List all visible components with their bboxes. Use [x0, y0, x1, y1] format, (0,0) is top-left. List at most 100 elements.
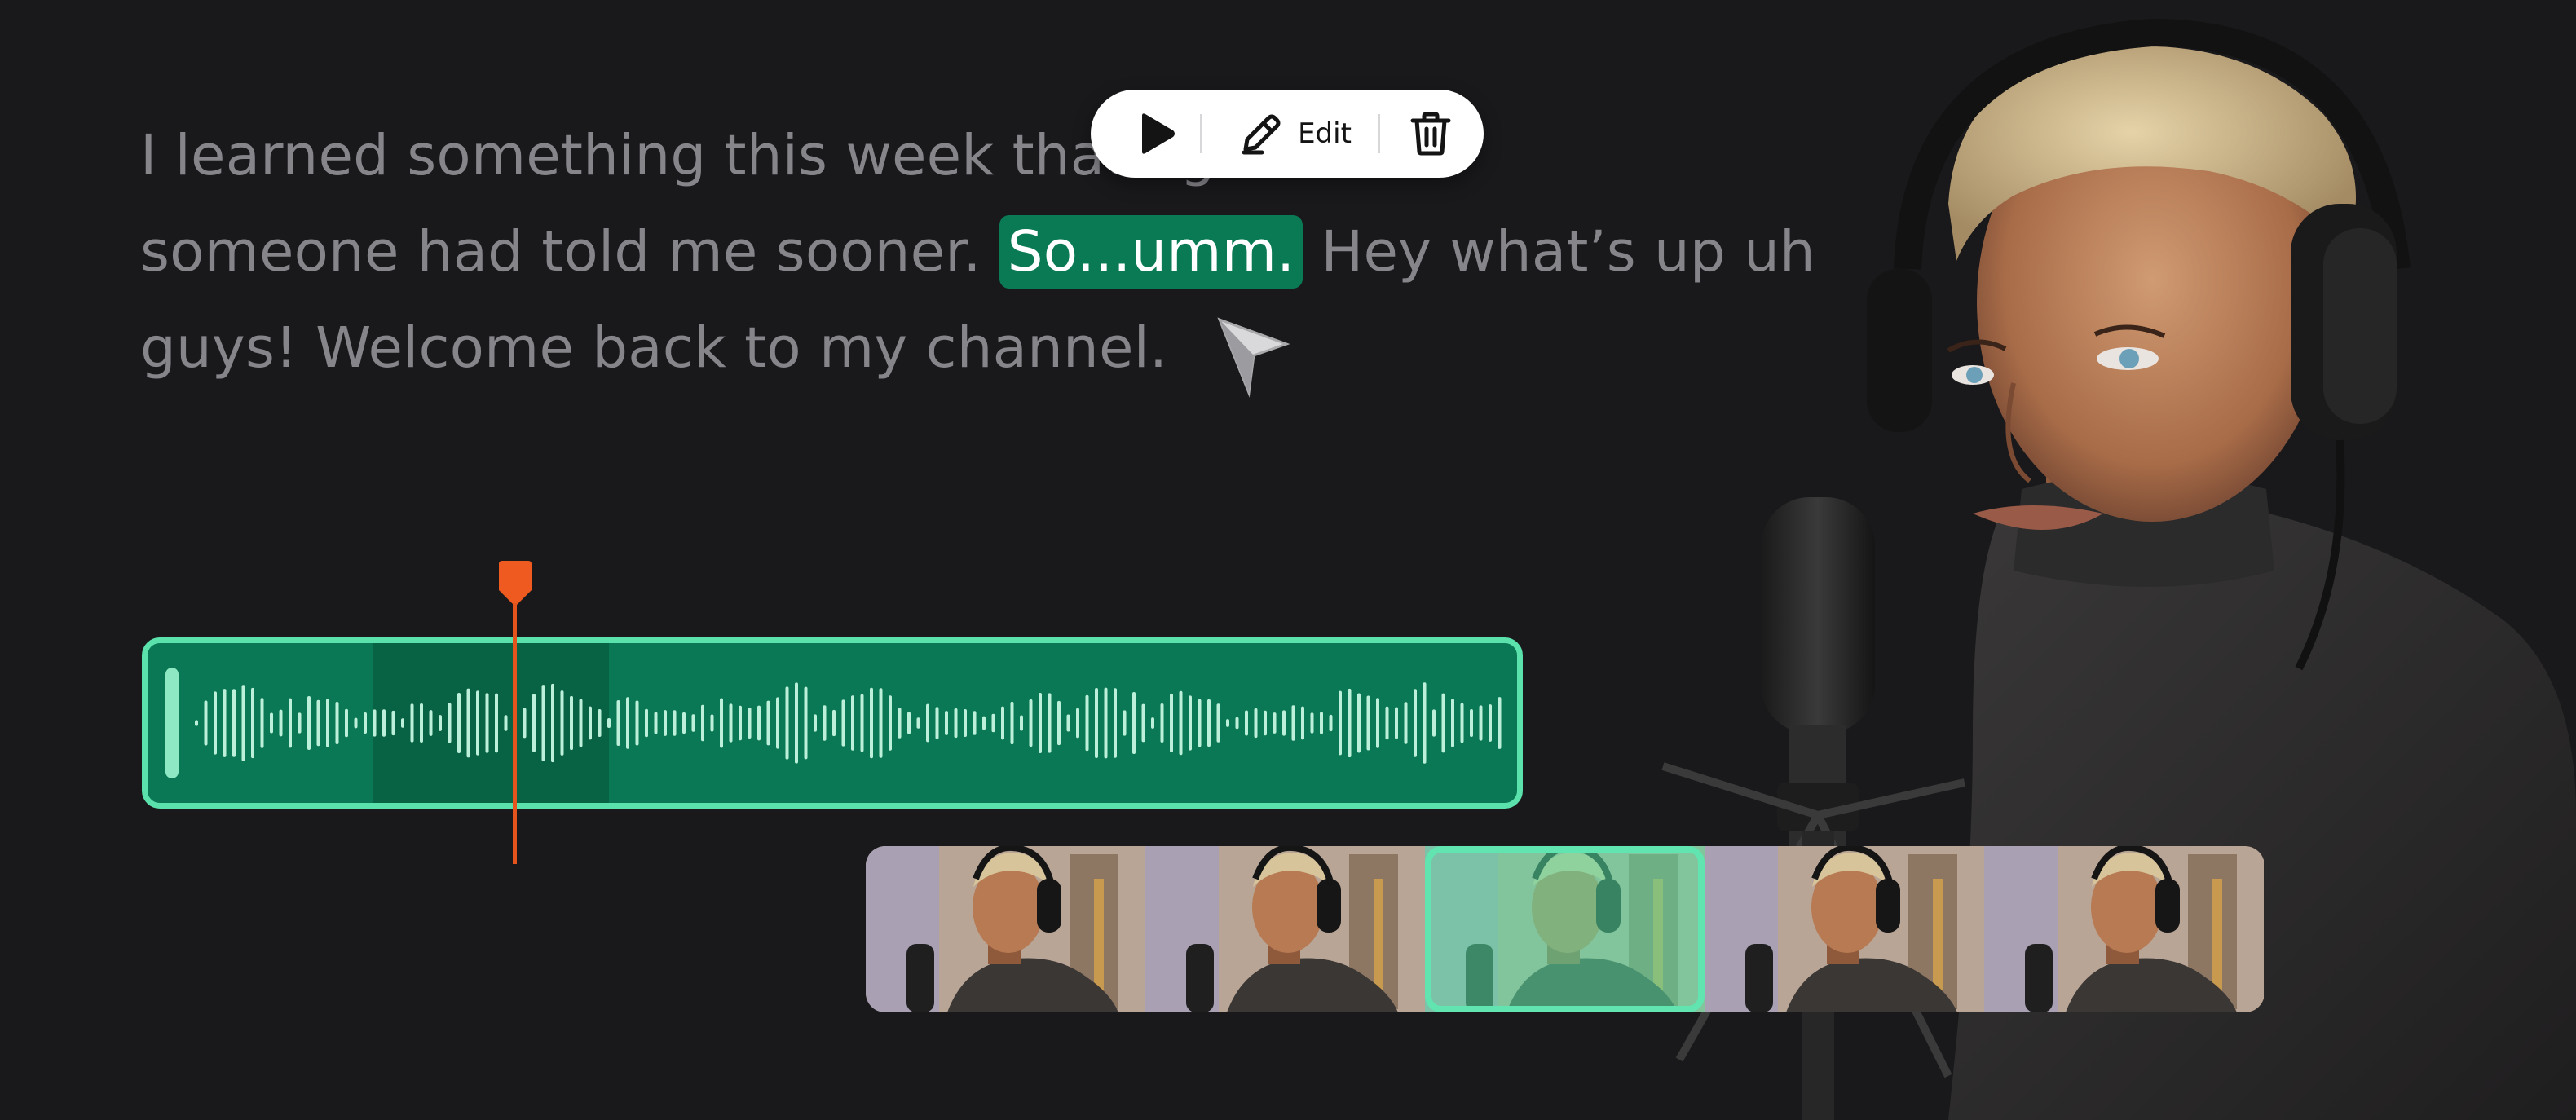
waveform-bar — [1095, 687, 1098, 759]
waveform-bar — [645, 708, 648, 738]
toolbar-divider — [1200, 114, 1202, 153]
frame-image — [1145, 846, 1425, 1012]
waveform-bar — [420, 703, 423, 743]
delete-button[interactable] — [1394, 90, 1467, 178]
waveform-bar — [926, 703, 929, 743]
mouse-cursor-icon — [1217, 317, 1290, 398]
waveform-bar — [335, 701, 339, 745]
waveform-bar — [804, 686, 808, 760]
transcript-text: Hey what’s up uh — [1303, 219, 1815, 284]
waveform-bar — [551, 683, 554, 763]
waveform-bar — [1498, 697, 1502, 749]
waveform-bar — [682, 712, 686, 734]
waveform-bar — [1179, 690, 1183, 756]
waveform-bar — [710, 714, 714, 732]
waveform-bar — [1216, 703, 1220, 743]
waveform-bar — [1414, 689, 1417, 757]
video-filmstrip[interactable] — [866, 846, 2265, 1012]
waveform-bar — [1441, 693, 1445, 753]
video-frame-thumbnail[interactable] — [1425, 846, 1705, 1012]
waveform-bar — [1479, 705, 1483, 741]
waveform-bar — [973, 711, 977, 735]
waveform-bar — [1170, 693, 1173, 753]
waveform-bar — [1423, 682, 1427, 764]
play-button[interactable] — [1122, 90, 1192, 178]
waveform-bar — [851, 695, 854, 751]
trim-handle[interactable] — [165, 668, 179, 778]
waveform-bar — [476, 690, 479, 756]
waveform-bar — [1291, 705, 1295, 741]
waveform-bar — [391, 710, 395, 736]
waveform-bar — [1020, 715, 1023, 731]
waveform-bar — [214, 691, 217, 755]
transcript-text: someone had told me sooner. — [140, 219, 999, 284]
video-frame-thumbnail[interactable] — [1145, 846, 1425, 1012]
selected-frame-border — [1425, 846, 1705, 1012]
playhead-marker-icon[interactable] — [496, 561, 535, 608]
waveform-bar — [429, 710, 433, 736]
waveform-bar — [1329, 714, 1333, 732]
waveform-bar — [439, 715, 442, 731]
playhead-line — [513, 603, 517, 864]
waveform-bar — [560, 690, 564, 756]
waveform-bar — [739, 705, 742, 741]
edit-button[interactable]: Edit — [1221, 90, 1368, 178]
waveform-bar — [776, 697, 779, 749]
waveform-bar — [766, 700, 770, 746]
waveform-bar — [626, 697, 629, 749]
waveform-bar — [270, 712, 273, 734]
audio-waveform-track[interactable] — [142, 637, 1523, 809]
waveform-bar — [326, 699, 329, 747]
waveform-bar — [1366, 695, 1370, 751]
video-frame-thumbnail[interactable] — [1984, 846, 2264, 1012]
play-icon — [1142, 113, 1175, 154]
waveform-bar — [1245, 710, 1248, 736]
waveform-bar — [504, 715, 508, 731]
waveform-bar — [1357, 693, 1361, 753]
waveform-bar — [991, 713, 995, 733]
waveform-bar — [1029, 699, 1033, 747]
waveform-bar — [204, 700, 208, 746]
waveform-bar — [1189, 695, 1192, 751]
waveform-bar — [1376, 698, 1379, 748]
waveform-bar — [729, 703, 733, 743]
waveform-bar — [860, 694, 864, 752]
video-frame-thumbnail[interactable] — [866, 846, 1145, 1012]
waveform-bar — [541, 685, 545, 761]
waveform-bar — [279, 709, 283, 737]
trash-icon — [1410, 112, 1451, 156]
waveform-bar — [598, 709, 602, 737]
waveform-bar — [1141, 703, 1145, 743]
waveform-bar — [1385, 706, 1389, 740]
waveform-bar — [307, 696, 311, 750]
waveform-bar — [1395, 707, 1398, 739]
waveform-bar — [879, 688, 883, 758]
waveform-bar — [1489, 704, 1492, 742]
waveform-bar — [1310, 712, 1314, 734]
waveform-bar — [1348, 688, 1352, 758]
waveform-bar — [223, 689, 227, 757]
waveform-bar — [814, 714, 817, 732]
selected-filler-word[interactable]: So...umm. — [999, 215, 1303, 289]
waveform-bar — [1001, 706, 1004, 740]
waveform-bar — [1104, 687, 1108, 759]
waveform-bar — [298, 712, 302, 734]
waveform-bar — [654, 712, 658, 734]
waveform-bar — [1114, 688, 1117, 758]
pencil-icon — [1242, 114, 1281, 155]
waveform-bar — [1076, 708, 1079, 739]
waveform-bar — [1273, 712, 1277, 734]
waveform-bar — [841, 699, 845, 747]
video-frame-thumbnail[interactable] — [1705, 846, 1984, 1012]
waveform-bar — [1151, 717, 1154, 729]
waveform-bar — [364, 712, 367, 734]
waveform-bar — [823, 705, 827, 741]
waveform-bar — [316, 699, 320, 747]
waveform-bar — [1460, 703, 1464, 743]
transcript-line: someone had told me sooner. So...umm. He… — [140, 204, 1815, 300]
selection-toolbar: Edit — [1091, 90, 1484, 178]
transcript-line: guys! Welcome back to my channel. — [140, 300, 1689, 396]
waveform-bar — [1057, 700, 1061, 746]
waveform-bar — [935, 707, 939, 739]
waveform-bar — [945, 711, 948, 735]
